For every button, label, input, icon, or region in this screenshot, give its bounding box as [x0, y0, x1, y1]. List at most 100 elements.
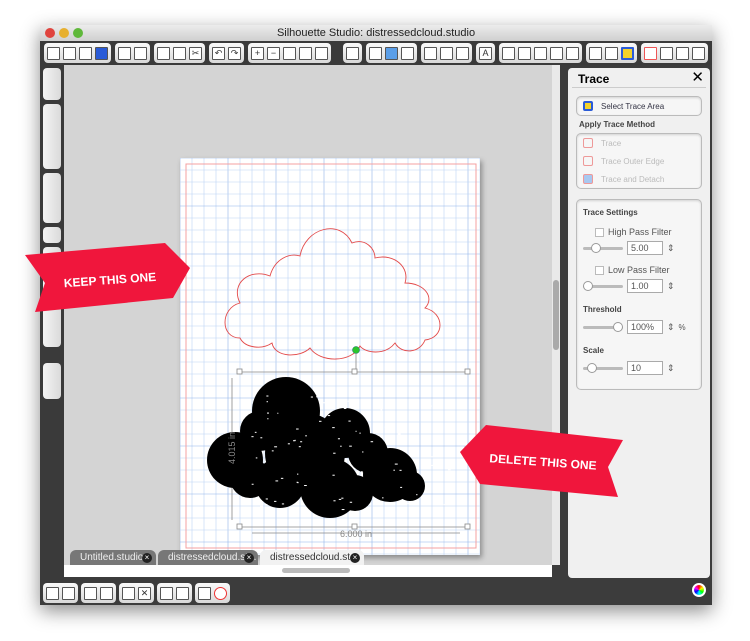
- threshold-slider[interactable]: [583, 321, 623, 332]
- pan-icon[interactable]: [299, 46, 312, 60]
- scale-stepper[interactable]: ⇕: [667, 363, 675, 374]
- tab-distressedcloud-2[interactable]: distressedcloud.st... ×: [260, 550, 364, 566]
- delete-icon[interactable]: ✕: [138, 586, 151, 600]
- select-trace-area-button[interactable]: Select Trace Area: [576, 96, 702, 116]
- draw-tools[interactable]: [43, 104, 61, 169]
- low-pass-slider[interactable]: [583, 280, 623, 291]
- modify-icon[interactable]: [605, 46, 618, 60]
- edit-tools[interactable]: [43, 173, 61, 223]
- tab-label: Untitled.studio: [80, 552, 144, 563]
- high-pass-input[interactable]: 5.00: [627, 241, 663, 255]
- title-bar: Silhouette Studio: distressedcloud.studi…: [40, 25, 712, 41]
- threshold-input[interactable]: 100%: [627, 320, 663, 334]
- bring-forward-icon[interactable]: [160, 586, 173, 600]
- scale-input[interactable]: 10: [627, 361, 663, 375]
- page-settings-icon[interactable]: [644, 46, 657, 60]
- release-compound-icon[interactable]: [100, 586, 113, 600]
- redo-icon[interactable]: ↷: [228, 46, 241, 60]
- gradient-icon[interactable]: [385, 46, 398, 60]
- low-pass-label: Low Pass Filter: [608, 265, 670, 275]
- trace-icon[interactable]: [621, 46, 634, 60]
- line-color-icon[interactable]: [424, 46, 437, 60]
- rotate-icon[interactable]: [518, 46, 531, 60]
- line-style-icon[interactable]: [440, 46, 453, 60]
- trace-and-detach-button[interactable]: Trace and Detach: [577, 170, 701, 188]
- save-to-library-icon[interactable]: [95, 46, 108, 60]
- high-pass-stepper[interactable]: ⇕: [667, 243, 675, 254]
- print-icon[interactable]: [118, 46, 131, 60]
- sketch-icon[interactable]: [660, 46, 673, 60]
- high-pass-slider[interactable]: [583, 242, 623, 253]
- send-backward-icon[interactable]: [176, 586, 189, 600]
- high-pass-label: High Pass Filter: [608, 227, 672, 237]
- eraser-icon[interactable]: [198, 586, 211, 600]
- new-icon[interactable]: [47, 46, 60, 60]
- close-window-button[interactable]: [45, 28, 55, 38]
- copy-icon[interactable]: [157, 46, 170, 60]
- view-tools[interactable]: [43, 363, 61, 399]
- cut-icon[interactable]: ✂: [189, 46, 202, 60]
- close-tab-icon[interactable]: ×: [244, 553, 254, 563]
- low-pass-input[interactable]: 1.00: [627, 279, 663, 293]
- close-tab-icon[interactable]: ×: [142, 553, 152, 563]
- threshold-unit: %: [678, 322, 686, 332]
- save-icon[interactable]: [79, 46, 92, 60]
- open-icon[interactable]: [63, 46, 76, 60]
- tab-label: distressedcloud.st...: [270, 552, 359, 563]
- minimize-window-button[interactable]: [59, 28, 69, 38]
- weld-icon[interactable]: [122, 586, 135, 600]
- replicate-icon[interactable]: [566, 46, 579, 60]
- cut-print-icon[interactable]: [134, 46, 147, 60]
- low-pass-checkbox[interactable]: [595, 265, 604, 275]
- button-label: Trace Outer Edge: [601, 156, 665, 166]
- trace-outer-edge-button[interactable]: Trace Outer Edge: [577, 152, 701, 170]
- fullscreen-icon[interactable]: [676, 46, 689, 60]
- bottom-toolbar: ✕: [40, 580, 712, 605]
- zoom-select-icon[interactable]: [283, 46, 296, 60]
- close-panel-icon[interactable]: ✕: [691, 68, 704, 86]
- left-toolbar: [40, 65, 64, 580]
- text-style-icon[interactable]: A: [479, 46, 492, 60]
- button-label: Trace: [601, 138, 622, 148]
- select-tool[interactable]: [43, 68, 61, 100]
- horizontal-scrollbar[interactable]: [64, 565, 552, 577]
- undo-icon[interactable]: ↶: [212, 46, 225, 60]
- cut-style-icon[interactable]: [456, 46, 469, 60]
- align-icon[interactable]: [550, 46, 563, 60]
- fill-color-icon[interactable]: [369, 46, 382, 60]
- pattern-icon[interactable]: [401, 46, 414, 60]
- grid-icon[interactable]: [692, 46, 705, 60]
- tab-untitled[interactable]: Untitled.studio ×: [70, 550, 156, 566]
- color-wheel-icon[interactable]: [692, 583, 706, 597]
- keep-this-one-ribbon: KEEP THIS ONE: [25, 243, 190, 312]
- make-compound-icon[interactable]: [84, 586, 97, 600]
- zoom-out-icon[interactable]: −: [267, 46, 280, 60]
- fit-page-icon[interactable]: [315, 46, 328, 60]
- width-dimension: 6.000 in: [340, 529, 372, 539]
- target-icon[interactable]: [214, 586, 227, 600]
- close-tab-icon[interactable]: ×: [350, 553, 360, 563]
- low-pass-stepper[interactable]: ⇕: [667, 281, 675, 292]
- page[interactable]: 6.000 in 4.015 in: [179, 157, 481, 555]
- scale-slider[interactable]: [583, 362, 623, 373]
- button-label: Select Trace Area: [601, 101, 665, 111]
- transform-icon[interactable]: [502, 46, 515, 60]
- rotate-handle[interactable]: [352, 346, 360, 354]
- store-icon[interactable]: [346, 46, 359, 60]
- scale-label: Scale: [583, 346, 604, 355]
- ungroup-icon[interactable]: [62, 586, 75, 600]
- horizontal-scroll-thumb[interactable]: [282, 568, 350, 573]
- offset-icon[interactable]: [589, 46, 602, 60]
- zoom-window-button[interactable]: [73, 28, 83, 38]
- vertical-scroll-thumb[interactable]: [553, 280, 559, 350]
- app-window: Silhouette Studio: distressedcloud.studi…: [40, 25, 712, 605]
- zoom-in-icon[interactable]: +: [251, 46, 264, 60]
- group-icon[interactable]: [46, 586, 59, 600]
- threshold-stepper[interactable]: ⇕: [667, 322, 675, 333]
- scale-icon[interactable]: [534, 46, 547, 60]
- apply-method-label: Apply Trace Method: [579, 120, 656, 129]
- tab-distressedcloud-1[interactable]: distressedcloud.st... ×: [158, 550, 258, 566]
- paste-icon[interactable]: [173, 46, 186, 60]
- trace-button[interactable]: Trace: [577, 134, 701, 152]
- high-pass-checkbox[interactable]: [595, 227, 604, 237]
